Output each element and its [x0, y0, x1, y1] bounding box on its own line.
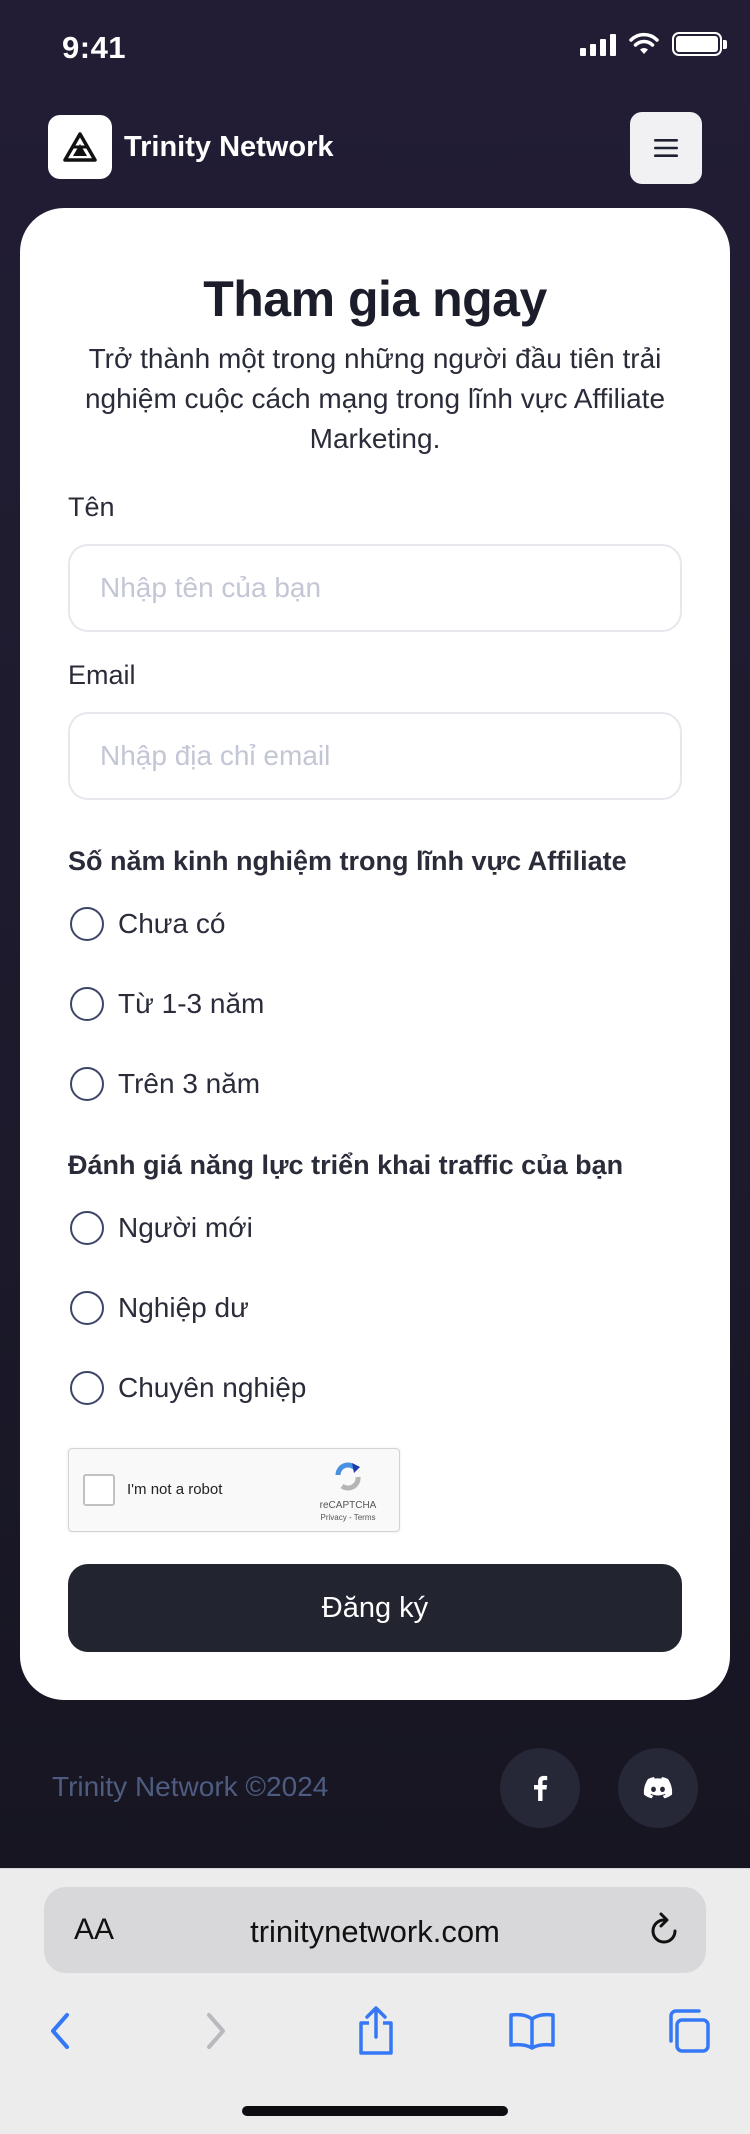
email-input[interactable]: [68, 712, 682, 800]
recaptcha-checkbox[interactable]: [83, 1474, 115, 1506]
chevron-right-icon: [207, 2013, 225, 2049]
recaptcha-brand: reCAPTCHA: [319, 1500, 377, 1511]
tabs-icon: [669, 2009, 710, 2053]
radio-label: Người mới: [118, 1212, 253, 1243]
email-label: Email: [68, 660, 136, 690]
recaptcha-icon: [335, 1462, 361, 1491]
trinity-logo-icon[interactable]: [48, 115, 112, 179]
back-button[interactable]: [30, 2001, 90, 2061]
forward-button[interactable]: [186, 2001, 246, 2061]
facebook-icon: [534, 1775, 548, 1801]
hamburger-menu-button[interactable]: [630, 112, 702, 184]
radio-button[interactable]: [70, 987, 104, 1021]
radio-label: Trên 3 năm: [118, 1068, 261, 1099]
name-label: Tên: [68, 492, 115, 522]
cellular-signal-icon: [580, 32, 616, 56]
address-bar[interactable]: AA trinitynetwork.com: [44, 1887, 706, 1973]
status-time: 9:41: [62, 30, 127, 65]
page-title: Tham gia ngay: [203, 271, 547, 327]
battery-icon: [672, 32, 727, 56]
traffic-question: Đánh giá năng lực triển khai traffic của…: [68, 1150, 624, 1180]
radio-label: Nghiệp dư: [118, 1292, 249, 1323]
footer-copyright: Trinity Network ©2024: [52, 1771, 329, 1802]
radio-button[interactable]: [70, 1067, 104, 1101]
page-subtitle: Trở thành một trong những người đầu tiên…: [84, 343, 666, 454]
home-indicator[interactable]: [242, 2106, 508, 2116]
recaptcha-widget: I'm not a robot reCAPTCHA Privacy - Term…: [68, 1448, 400, 1532]
wifi-icon: [629, 32, 659, 54]
share-button[interactable]: [346, 2001, 406, 2061]
recaptcha-terms-link[interactable]: Privacy - Terms: [311, 1513, 385, 1522]
radio-button[interactable]: [70, 907, 104, 941]
browser-toolbar: AA trinitynetwork.com: [0, 1868, 750, 2134]
radio-button[interactable]: [70, 1211, 104, 1245]
radio-label: Từ 1-3 năm: [118, 988, 265, 1019]
reload-icon[interactable]: [646, 1911, 682, 1949]
signup-card: Tham gia ngay Trở thành một trong những …: [20, 208, 730, 1700]
share-icon: [359, 2006, 393, 2055]
radio-experience-none[interactable]: Chưa có: [70, 904, 225, 944]
recaptcha-label: I'm not a robot: [127, 1481, 223, 1498]
experience-question: Số năm kinh nghiệm trong lĩnh vực Affili…: [68, 846, 627, 876]
hamburger-menu-icon: [654, 139, 678, 157]
radio-experience-over-3-years[interactable]: Trên 3 năm: [70, 1064, 260, 1104]
name-input[interactable]: [68, 544, 682, 632]
brand-name[interactable]: Trinity Network: [124, 131, 334, 164]
radio-label: Chưa có: [118, 908, 226, 939]
radio-experience-1-3-years[interactable]: Từ 1-3 năm: [70, 984, 264, 1024]
facebook-button[interactable]: [500, 1748, 580, 1828]
radio-button[interactable]: [70, 1371, 104, 1405]
status-bar: 9:41: [0, 0, 750, 100]
book-icon: [509, 2012, 555, 2050]
recaptcha-logo: reCAPTCHA Privacy - Terms: [311, 1459, 385, 1522]
radio-traffic-amateur[interactable]: Nghiệp dư: [70, 1288, 249, 1328]
chevron-left-icon: [51, 2013, 69, 2049]
submit-button[interactable]: Đăng ký: [68, 1564, 682, 1652]
app-header: Trinity Network: [48, 112, 702, 184]
discord-button[interactable]: [618, 1748, 698, 1828]
radio-traffic-beginner[interactable]: Người mới: [70, 1208, 253, 1248]
discord-icon: [643, 1777, 673, 1799]
bookmarks-button[interactable]: [502, 2001, 562, 2061]
radio-label: Chuyên nghiệp: [118, 1372, 307, 1403]
radio-button[interactable]: [70, 1291, 104, 1325]
url-text[interactable]: trinitynetwork.com: [44, 1914, 706, 1950]
status-icons: [580, 32, 727, 56]
radio-traffic-professional[interactable]: Chuyên nghiệp: [70, 1368, 306, 1408]
tabs-button[interactable]: [658, 2001, 718, 2061]
